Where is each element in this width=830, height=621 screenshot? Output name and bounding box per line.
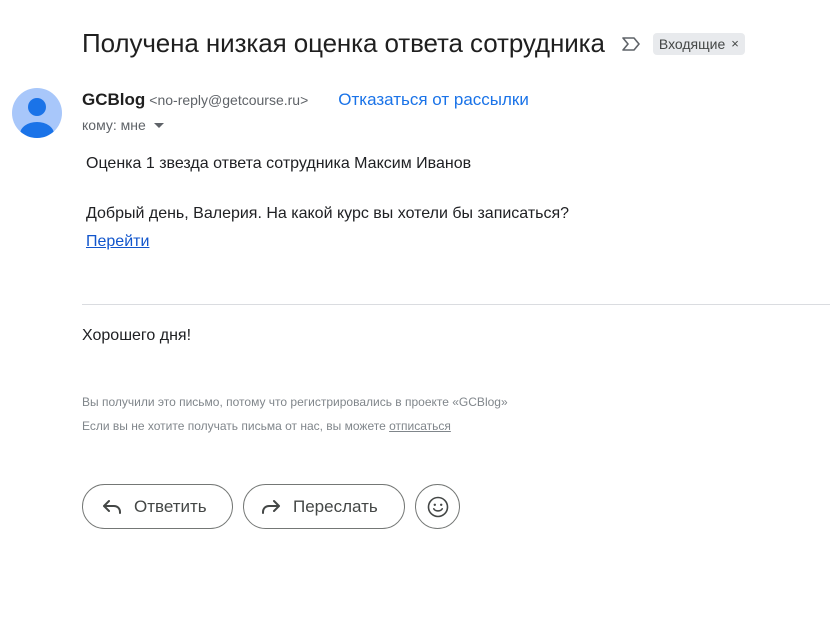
sender-email: <no-reply@getcourse.ru>: [149, 92, 309, 108]
recipient-details-toggle[interactable]: кому: мне: [82, 117, 164, 133]
importance-marker-icon[interactable]: [621, 34, 641, 54]
body-line-rating: Оценка 1 звезда ответа сотрудника Максим…: [86, 155, 472, 172]
body-line-question: Добрый день, Валерия. На какой курс вы х…: [86, 205, 570, 222]
email-subject: Получена низкая оценка ответа сотрудника: [82, 28, 605, 58]
caret-down-icon: [153, 122, 164, 128]
sender-name[interactable]: GCBlog: [82, 90, 145, 110]
sender-avatar[interactable]: [12, 88, 62, 138]
label-chip-inbox: Входящие ×: [652, 32, 745, 55]
body-divider: [82, 304, 830, 305]
sender-row: GCBlog <no-reply@getcourse.ru> Отказатьс…: [82, 90, 529, 110]
forward-arrow-icon: [260, 496, 282, 518]
forward-label: Переслать: [293, 496, 378, 516]
reply-label: Ответить: [134, 496, 207, 516]
go-link[interactable]: Перейти: [86, 233, 149, 251]
footer-notice: Вы получили это письмо, потому что регис…: [82, 395, 508, 409]
recipient-label: кому: мне: [82, 117, 146, 133]
emoji-reaction-button[interactable]: [415, 484, 460, 529]
body-farewell: Хорошего дня!: [82, 327, 192, 344]
reply-arrow-icon: [101, 496, 123, 518]
remove-label-icon[interactable]: ×: [731, 36, 739, 51]
footer-unsubscribe-link[interactable]: отписаться: [389, 419, 451, 433]
unsubscribe-link[interactable]: Отказаться от рассылки: [338, 90, 529, 110]
footer-unsub-prefix: Если вы не хотите получать письма от нас…: [82, 419, 390, 433]
person-avatar-icon: [20, 98, 54, 138]
reply-button[interactable]: Ответить: [82, 484, 233, 529]
emoji-smile-icon: [427, 496, 448, 517]
forward-button[interactable]: Переслать: [243, 484, 405, 529]
label-chip-text: Входящие: [658, 35, 726, 52]
footer-unsubscribe-line: Если вы не хотите получать письма от нас…: [82, 419, 451, 433]
subject-row: Получена низкая оценка ответа сотрудника…: [82, 28, 745, 59]
